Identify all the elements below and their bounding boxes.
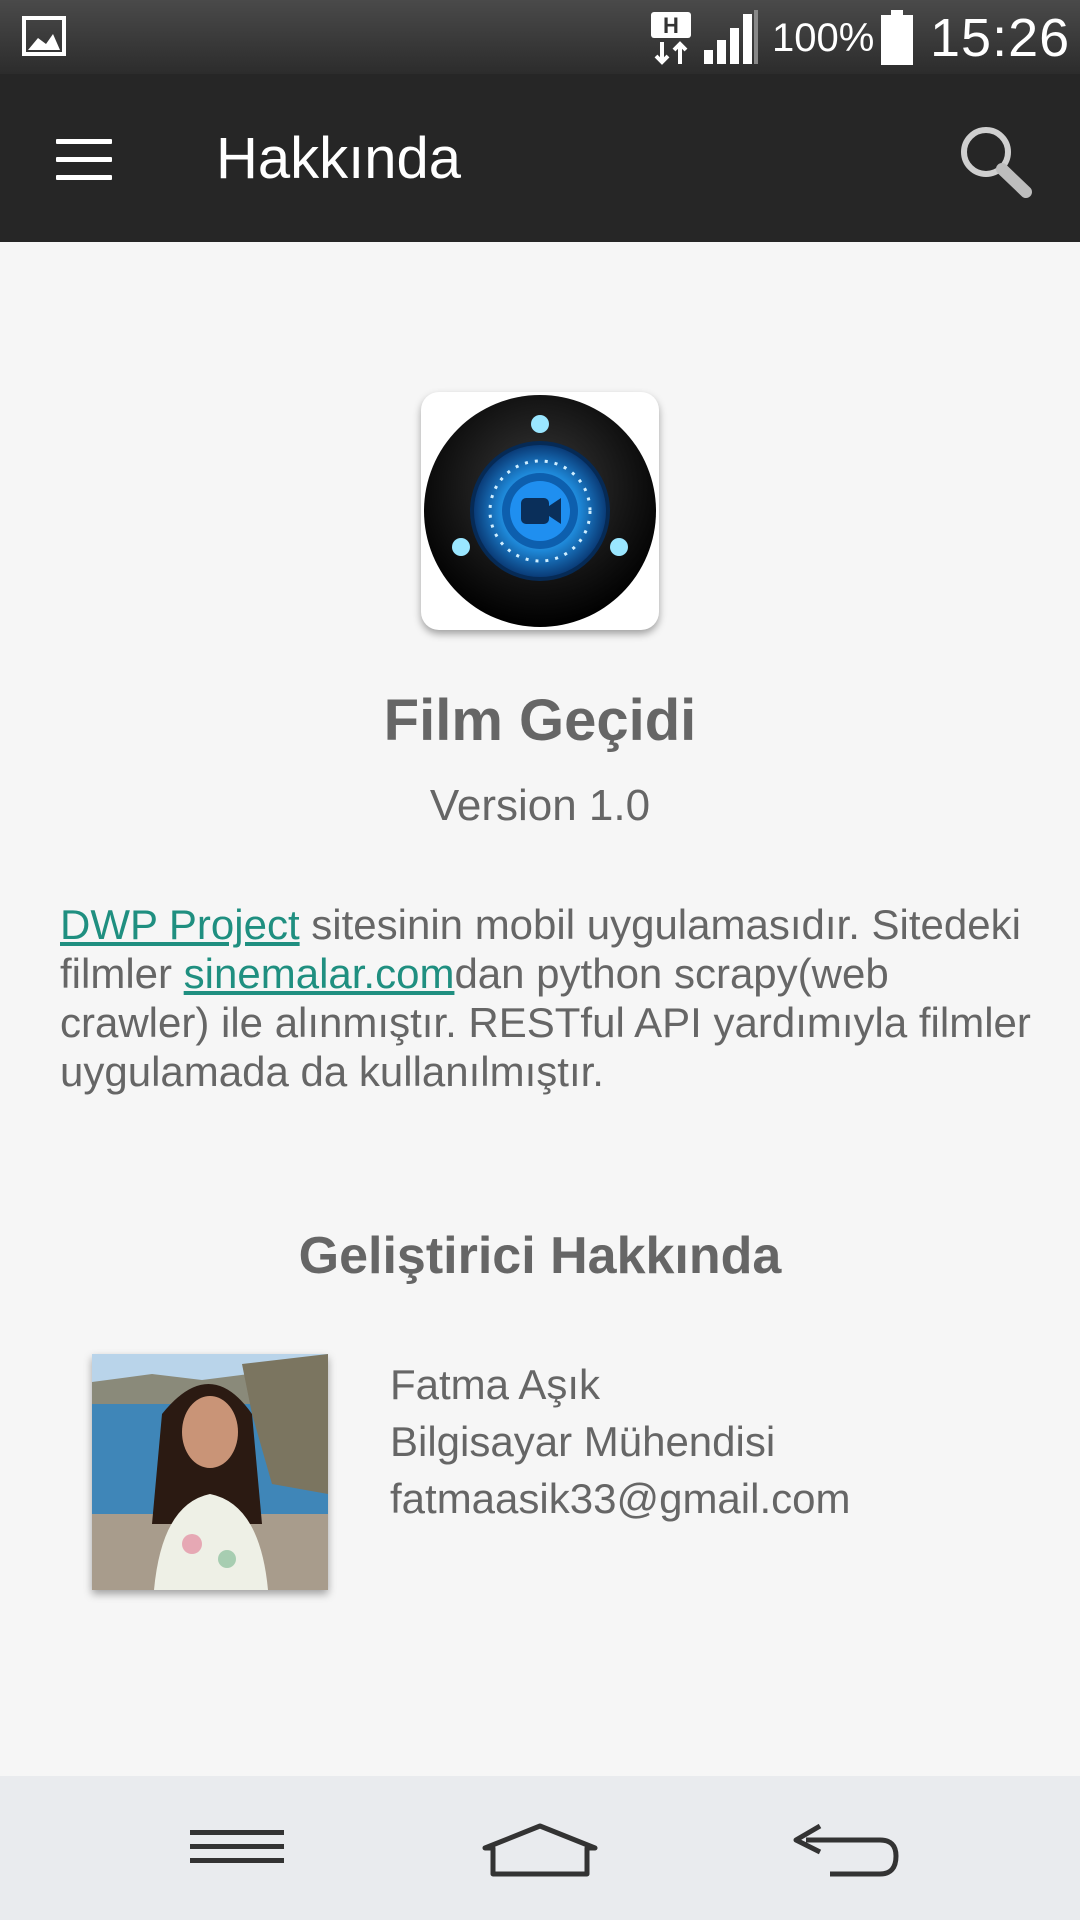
svg-text:H: H bbox=[663, 13, 679, 38]
status-bar: H 100% 15:26 bbox=[0, 0, 1080, 74]
developer-title: Bilgisayar Mühendisi bbox=[390, 1418, 776, 1465]
home-icon bbox=[482, 1823, 598, 1877]
back-icon bbox=[793, 1823, 899, 1877]
developer-name: Fatma Aşık bbox=[390, 1361, 601, 1408]
home-button[interactable] bbox=[465, 1796, 615, 1900]
developer-photo bbox=[92, 1354, 328, 1590]
page-title: Hakkında bbox=[216, 126, 462, 191]
search-icon bbox=[961, 127, 1032, 198]
signal-icon bbox=[704, 10, 758, 64]
developer-avatar bbox=[92, 1354, 328, 1590]
sinemalar-link[interactable]: sinemalar.com bbox=[184, 950, 455, 997]
gallery-icon bbox=[22, 16, 66, 56]
film-camera-logo-icon bbox=[424, 395, 656, 627]
recent-apps-icon bbox=[190, 1830, 284, 1863]
developer-email[interactable]: fatmaasik33@gmail.com bbox=[390, 1470, 850, 1527]
app-version: Version 1.0 bbox=[429, 781, 651, 830]
app-name: Film Geçidi bbox=[383, 688, 697, 753]
network-h-icon: H bbox=[651, 12, 691, 65]
developer-heading: Geliştirici Hakkında bbox=[298, 1227, 782, 1285]
back-button[interactable] bbox=[770, 1796, 920, 1900]
dwp-project-link[interactable]: DWP Project bbox=[60, 901, 300, 948]
battery-percentage: 100% bbox=[772, 16, 875, 60]
navigation-bar bbox=[0, 1776, 1080, 1920]
hamburger-menu-button[interactable] bbox=[40, 118, 130, 198]
recent-apps-button[interactable] bbox=[162, 1796, 312, 1900]
clock: 15:26 bbox=[930, 8, 1071, 68]
battery-icon bbox=[881, 10, 913, 65]
app-logo bbox=[421, 392, 659, 630]
toolbar: Hakkında bbox=[0, 74, 1080, 242]
app-description: DWP Project sitesinin mobil uygulamasıdı… bbox=[60, 900, 1040, 1096]
developer-info: Fatma Aşık Bilgisayar Mühendisi fatmaasi… bbox=[390, 1356, 850, 1527]
search-button[interactable] bbox=[950, 118, 1040, 208]
